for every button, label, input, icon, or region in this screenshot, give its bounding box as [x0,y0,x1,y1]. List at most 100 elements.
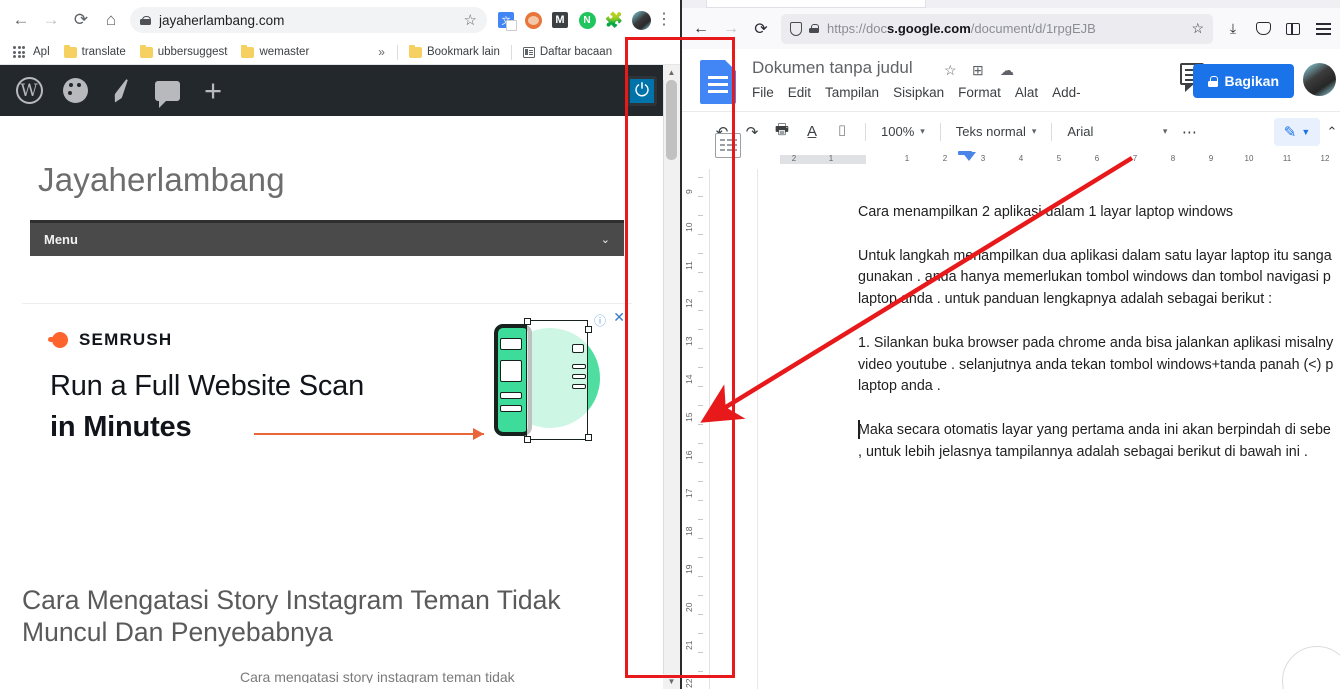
toolbar-divider-2 [939,122,941,141]
shield-icon[interactable] [790,21,802,36]
bookmark-label: ubbersuggest [157,46,228,58]
mailtrack-extension-icon[interactable]: M [547,7,573,33]
bookmark-wemaster[interactable]: wemaster [234,41,316,63]
vertical-ruler[interactable]: 9 10 11 12 13 14 15 16 17 18 19 20 21 22 [682,169,710,689]
doc-paragraph-3-line1: 1. Silankan buka browser pada chrome and… [858,334,1334,351]
explore-fab-arc [1282,646,1340,689]
edit-mode-button[interactable]: ✎ ▼ [1274,117,1320,146]
wordpress-logo-icon[interactable]: W [6,65,52,116]
firefox-bookmark-star-icon[interactable]: ☆ [1183,20,1204,37]
profile-avatar[interactable] [628,7,654,33]
scrollbar-down-arrow[interactable]: ▼ [663,674,680,689]
menu-alat[interactable]: Alat [1015,85,1038,100]
paragraph-style-select[interactable]: Teks normal ▾ [950,119,1043,145]
ruler-v-mark: 17 [684,488,694,498]
paragraph-style-value: Teks normal [955,124,1026,139]
collapse-toolbar-icon[interactable]: ⌃ [1322,124,1340,140]
bookmark-label: wemaster [259,46,310,58]
bookmark-translate[interactable]: translate [57,41,133,63]
font-select[interactable]: Arial ▾ [1061,119,1173,145]
chevron-down-icon[interactable]: ⌄ [601,233,610,246]
reading-list[interactable]: Daftar bacaan [516,41,619,63]
bookmark-star-icon[interactable]: ☆ [456,11,477,29]
bookmarks-overflow-icon[interactable]: » [370,45,393,59]
article-title[interactable]: Cara Mengatasi Story Instagram Teman Tid… [22,584,622,649]
redo-icon[interactable]: ↷ [738,118,766,146]
firefox-forward-button[interactable]: → [716,14,746,44]
paint-format-icon[interactable]: ⌷ [828,118,856,146]
semrush-ad-banner[interactable]: ⓘ ✕ SEMRUSH Run a Full Website Scan in M… [22,303,632,468]
menu-file[interactable]: File [752,85,774,100]
ruler-v-mark: 12 [684,298,694,308]
bookmark-label: translate [81,46,126,58]
back-button[interactable]: ← [6,5,36,35]
address-bar-url: jayaherlambang.com [159,12,285,28]
site-menu-bar[interactable]: Menu ⌄ [30,220,624,256]
document-outline-icon[interactable] [715,133,741,158]
folder-icon [139,44,153,58]
zoom-select[interactable]: 100% ▾ [875,119,931,145]
folder-icon [63,44,77,58]
firefox-active-tab[interactable] [706,0,926,8]
toolbar-more-icon[interactable]: ⋯ [1175,118,1203,146]
apps-label: Apl [33,46,50,58]
indent-marker-icon[interactable] [962,152,976,161]
tampermonkey-extension-icon[interactable] [520,7,546,33]
move-to-folder-icon[interactable]: ⊞ [972,62,984,79]
home-button[interactable]: ⌂ [96,5,126,35]
menu-format[interactable]: Format [958,85,1001,100]
font-value: Arial [1067,124,1094,139]
save-to-pocket-icon[interactable]: ⤓ [1218,14,1248,44]
spell-check-icon[interactable]: A̲ [798,118,826,146]
menu-addons[interactable]: Add- [1052,85,1081,100]
comments-icon[interactable] [144,65,190,116]
chrome-menu-icon[interactable]: ⋮ [654,12,674,28]
cloud-saved-icon[interactable]: ☁ [1000,62,1014,79]
extensions-puzzle-icon[interactable]: 🧩 [601,7,627,33]
article-snippet: Cara mengatasi story instagram teman tid… [240,669,515,683]
document-canvas[interactable]: Cara menampilkan 2 aplikasi dalam 1 laya… [757,169,1340,689]
firefox-back-button[interactable]: ← [686,14,716,44]
menu-sisipkan[interactable]: Sisipkan [893,85,944,100]
dashboard-gauge-icon[interactable] [52,65,98,116]
ad-close-icon[interactable]: ✕ [613,309,625,326]
ad-headline-line1: Run a Full Website Scan [50,370,365,402]
document-title[interactable]: Dokumen tanpa judul [752,58,913,78]
page-scrollbar-thumb[interactable] [666,80,677,160]
google-translate-extension-icon[interactable]: 文 [493,7,519,33]
extension-green-icon[interactable] [574,7,600,33]
semrush-logo: SEMRUSH [48,330,172,350]
power-toggle-icon[interactable]: ⏻ [627,75,657,106]
share-button[interactable]: Bagikan [1192,64,1294,98]
document-body[interactable]: Cara menampilkan 2 aplikasi dalam 1 laya… [858,202,1340,485]
customize-brush-icon[interactable] [98,65,144,116]
reload-button[interactable]: ⟳ [66,5,96,35]
menu-edit[interactable]: Edit [788,85,811,100]
ruler-h-mark: 10 [1244,154,1254,163]
address-bar[interactable]: jayaherlambang.com ☆ [130,7,487,33]
other-bookmarks[interactable]: Bookmark lain [402,41,507,63]
url-suffix: /document/d/1rpgEJB [970,21,1096,36]
pocket-icon[interactable] [1248,14,1278,44]
firefox-reload-button[interactable]: ⟳ [746,14,776,44]
app-menu-icon[interactable] [1308,14,1338,44]
account-avatar[interactable] [1303,63,1336,96]
horizontal-ruler[interactable]: 2 1 1 2 3 4 5 6 7 8 9 10 11 12 [682,151,1340,169]
doc-paragraph-2-line3: laptop anda . untuk panduan lengkapnya a… [858,291,1273,308]
scrollbar-up-arrow[interactable]: ▲ [663,65,680,80]
firefox-address-bar[interactable]: https://docs.google.com/document/d/1rpgE… [781,13,1213,44]
wordpress-admin-bar: W + ⏻ [0,65,663,116]
print-icon[interactable]: 🖶 [768,118,796,146]
sidebar-icon[interactable] [1278,14,1308,44]
reading-list-label: Daftar bacaan [539,46,613,58]
new-plus-icon[interactable]: + [190,65,236,116]
ruler-h-mark: 2 [942,154,948,163]
forward-button[interactable]: → [36,5,66,35]
bookmark-ubbersuggest[interactable]: ubbersuggest [133,41,235,63]
google-docs-logo-icon[interactable] [700,60,736,104]
menu-tampilan[interactable]: Tampilan [825,85,879,100]
star-icon[interactable]: ☆ [944,62,957,79]
apps-shortcut[interactable]: Apl [6,41,57,63]
doc-paragraph-3-line3: laptop anda . [858,378,941,395]
reading-list-icon [522,46,535,58]
